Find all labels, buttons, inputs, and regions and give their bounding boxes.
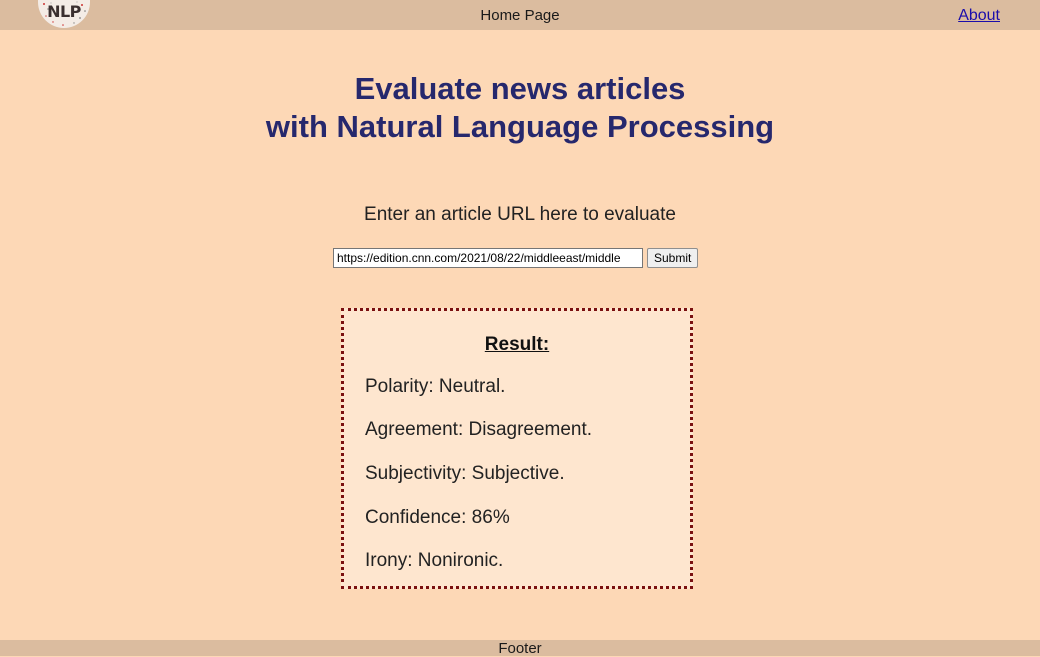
polarity-result: Polarity: Neutral. — [365, 376, 506, 397]
headline-line-2: with Natural Language Processing — [265, 109, 775, 144]
header-page-title: Home Page — [480, 7, 560, 24]
headline-line-1: Evaluate news articles — [354, 71, 686, 106]
url-input[interactable]: https://edition.cnn.com/2021/08/22/middl… — [333, 248, 643, 268]
footer-text: Footer — [498, 640, 542, 657]
header-bar: NLP Home Page About — [0, 0, 1040, 30]
url-form: https://edition.cnn.com/2021/08/22/middl… — [333, 248, 699, 268]
about-link[interactable]: About — [958, 7, 1000, 25]
result-title: Result: — [484, 334, 550, 355]
url-prompt: Enter an article URL here to evaluate — [364, 204, 676, 225]
footer-bar: Footer — [0, 640, 1040, 657]
subjectivity-result: Subjectivity: Subjective. — [365, 463, 565, 484]
submit-button[interactable]: Submit — [647, 248, 699, 268]
agreement-result: Agreement: Disagreement. — [365, 419, 593, 440]
page-headline: Evaluate news articles with Natural Lang… — [0, 70, 1040, 146]
confidence-result: Confidence: 86% — [365, 507, 510, 528]
irony-result: Irony: Nonironic. — [365, 550, 504, 571]
result-panel: Result: Polarity: Neutral. Agreement: Di… — [341, 308, 693, 589]
